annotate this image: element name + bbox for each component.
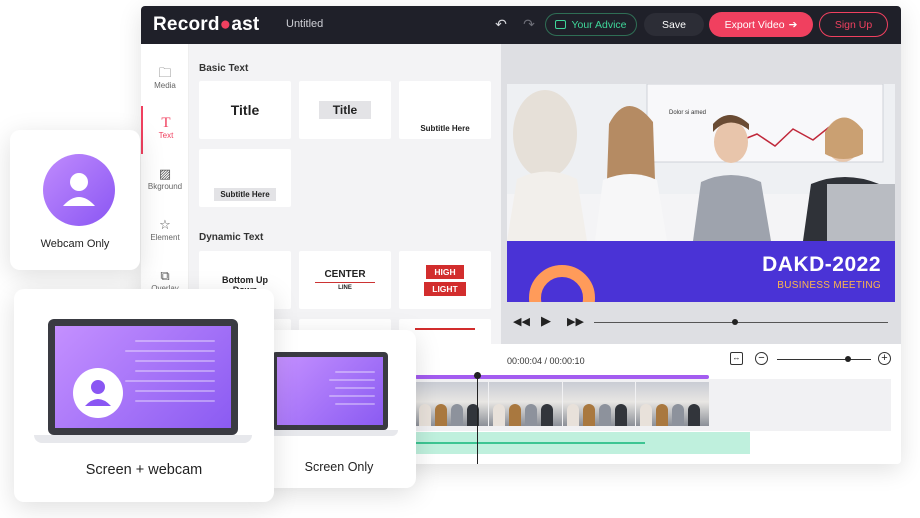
- text-preset-highlight[interactable]: HIGH LIGHT: [399, 251, 491, 309]
- webcam-only-card[interactable]: Webcam Only: [10, 130, 140, 270]
- laptop-base: [262, 430, 398, 436]
- divider: [315, 282, 375, 283]
- whiteboard-text: Dolor si amed: [669, 110, 706, 116]
- export-video-button[interactable]: Export Video ➔: [709, 12, 813, 37]
- save-button[interactable]: Save: [644, 13, 704, 36]
- image-icon: ▨: [158, 166, 172, 181]
- clip-thumbnail: [636, 382, 709, 426]
- section-title-dynamic: Dynamic Text: [199, 232, 264, 243]
- timecode: 00:00:04 / 00:00:10: [507, 356, 585, 366]
- text-preset-subtitle-boxed[interactable]: Subtitle Here: [199, 149, 291, 207]
- rail-item-text[interactable]: T Text: [141, 106, 189, 154]
- rail-label: Bkground: [147, 182, 183, 191]
- card-label: Screen Only: [304, 460, 374, 474]
- fast-forward-icon[interactable]: ▶▶: [567, 315, 584, 328]
- export-label: Export Video: [724, 18, 785, 31]
- card-label: Screen + webcam: [85, 462, 203, 478]
- rail-item-media[interactable]: 🗀 Media: [141, 56, 189, 104]
- user-avatar-icon: [43, 154, 115, 226]
- meeting-photo: Dolor si amed: [507, 84, 895, 241]
- rail-label: Media: [154, 81, 176, 90]
- clip-thumbnail: [488, 382, 562, 426]
- redo-icon[interactable]: ↷: [520, 15, 538, 33]
- title-banner: DAKD-2022 BUSINESS MEETING: [507, 241, 895, 302]
- document-title[interactable]: Untitled: [286, 18, 323, 30]
- arrow-right-icon: ➔: [788, 18, 798, 31]
- chat-icon: [555, 20, 567, 29]
- preset-label: Subtitle Here: [214, 188, 276, 201]
- undo-icon[interactable]: ↶: [492, 15, 510, 33]
- preset-label: Title: [230, 102, 260, 118]
- divider: [415, 328, 475, 330]
- top-bar: Record●ast Untitled ↶ ↷ Your Advice Save…: [141, 6, 901, 44]
- clip-thumbnails[interactable]: [415, 382, 709, 426]
- text-preset-subtitle[interactable]: Subtitle Here: [399, 81, 491, 139]
- card-label: Webcam Only: [40, 238, 110, 250]
- audio-track[interactable]: [415, 432, 750, 454]
- preset-label: Subtitle Here: [420, 124, 470, 133]
- zoom-slider[interactable]: [777, 359, 871, 360]
- preset-label: HIGH: [426, 264, 464, 279]
- text-preset-center-line[interactable]: CENTER LINE: [299, 251, 391, 309]
- preset-label: CENTER: [324, 269, 366, 280]
- screen-webcam-card[interactable]: Screen + webcam: [14, 289, 274, 502]
- screen-content: [55, 326, 231, 428]
- zoom-handle[interactable]: [844, 356, 851, 362]
- laptop-base: [34, 435, 252, 443]
- preset-label: LINE: [338, 285, 352, 291]
- rewind-icon[interactable]: ◀◀: [513, 315, 530, 328]
- laptop-screen: [48, 319, 238, 435]
- preset-label: LIGHT: [424, 281, 466, 296]
- zoom-out-icon[interactable]: −: [755, 352, 768, 365]
- preset-label: Bottom Up: [222, 275, 268, 285]
- seek-handle[interactable]: [732, 319, 739, 325]
- playhead[interactable]: [474, 372, 481, 464]
- advice-label: Your Advice: [571, 18, 627, 31]
- section-title-basic: Basic Text: [199, 63, 249, 74]
- clip-thumbnail: [562, 382, 636, 426]
- logo: Record●ast: [153, 14, 260, 35]
- banner-subtitle: BUSINESS MEETING: [777, 280, 881, 291]
- audio-waveform: [415, 442, 645, 444]
- fit-timeline-icon[interactable]: ↔: [730, 352, 743, 365]
- rail-label: Element: [150, 233, 180, 242]
- preset-label: Title: [318, 101, 372, 119]
- star-icon: ☆: [159, 217, 171, 232]
- text-preset-title-boxed[interactable]: Title: [299, 81, 391, 139]
- overlay-icon: ⧉: [160, 268, 170, 283]
- screen-only-card[interactable]: Screen Only: [262, 330, 416, 488]
- play-icon[interactable]: ▶: [541, 313, 551, 329]
- video-frame[interactable]: Dolor si amed DAKD-2022 BUSINESS MEETING: [507, 84, 895, 302]
- player-controls: ◀◀ ▶ ▶▶: [507, 308, 895, 338]
- text-preset-title[interactable]: Title: [199, 81, 291, 139]
- zoom-in-icon[interactable]: +: [878, 352, 891, 365]
- folder-icon: 🗀: [158, 65, 172, 80]
- seek-bar[interactable]: [594, 322, 888, 323]
- rail-item-element[interactable]: ☆ Element: [141, 208, 189, 256]
- clip-range-bar[interactable]: [415, 375, 709, 379]
- rail-label: Text: [158, 131, 174, 140]
- rail-item-background[interactable]: ▨ Bkground: [141, 157, 189, 205]
- banner-title: DAKD-2022: [762, 253, 881, 276]
- sign-up-button[interactable]: Sign Up: [819, 12, 888, 37]
- screen-content: [277, 357, 383, 425]
- text-icon: T: [161, 115, 171, 131]
- video-preview: Dolor si amed DAKD-2022 BUSINESS MEETING…: [501, 44, 901, 344]
- donut-shape: [529, 265, 595, 302]
- user-avatar-icon: [73, 368, 123, 418]
- laptop-screen: [272, 352, 388, 430]
- advice-button[interactable]: Your Advice: [545, 13, 637, 36]
